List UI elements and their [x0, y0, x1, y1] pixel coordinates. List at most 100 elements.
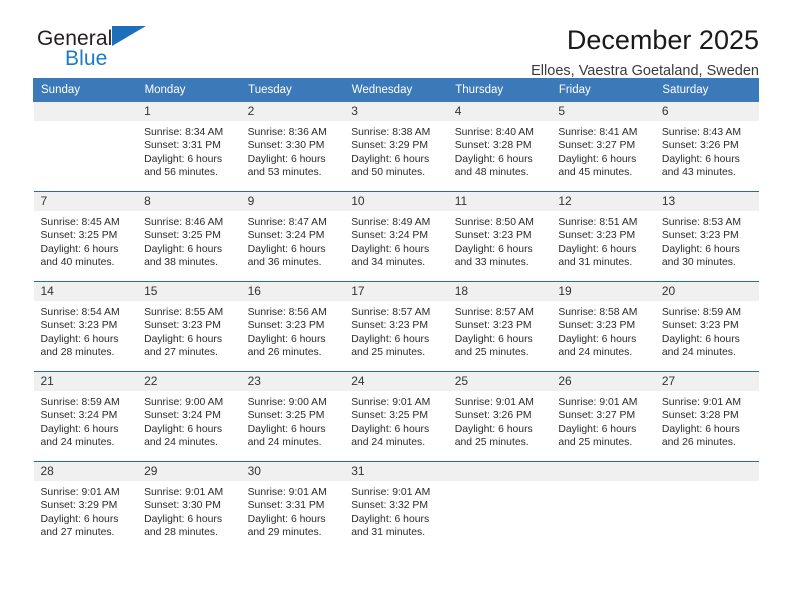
sunrise-text: Sunrise: 8:59 AM — [40, 397, 120, 408]
day-cell[interactable]: 6 Sunrise: 8:43 AM Sunset: 3:26 PM Daylight… — [654, 102, 759, 191]
daylight-text-line1: Daylight: 6 hours — [454, 423, 533, 435]
sunrise-text: Sunrise: 8:50 AM — [454, 217, 534, 228]
day-cell[interactable]: 15 Sunrise: 8:55 AM Sunset: 3:23 PM Dayligh… — [137, 282, 241, 371]
daylight-text-line1: Daylight: 6 hours — [144, 333, 223, 345]
daylight-text-line1: Daylight: 6 hours — [558, 243, 637, 255]
sunrise-text: Sunrise: 8:47 AM — [247, 217, 327, 228]
daylight-text-line2: and 25 minutes. — [454, 437, 529, 449]
day-cell[interactable]: 14 Sunrise: 8:54 AM Sunset: 3:23 PM Dayligh… — [33, 282, 138, 371]
daylight-text-line1: Daylight: 6 hours — [558, 333, 637, 345]
daylight-text-line1: Daylight: 6 hours — [40, 513, 119, 525]
day-cell[interactable]: 1 Sunrise: 8:34 AM Sunset: 3:31 PM Daylight… — [137, 102, 241, 191]
daylight-text-line1: Daylight: 6 hours — [144, 243, 223, 255]
generalblue-logo[interactable]: General Blue — [33, 25, 148, 69]
day-cell[interactable]: 30 Sunrise: 9:01 AM Sunset: 3:31 PM Dayligh… — [240, 462, 345, 551]
daylight-text-line2: and 43 minutes. — [661, 167, 736, 179]
daylight-text-line2: and 24 minutes. — [558, 347, 633, 359]
calendar-week-row: 1 Sunrise: 8:34 AM Sunset: 3:31 PM Daylight… — [33, 101, 759, 192]
daylight-text-line2: and 24 minutes. — [247, 437, 322, 449]
calendar-cell — [654, 461, 759, 551]
day-cell[interactable]: 4 Sunrise: 8:40 AM Sunset: 3:28 PM Daylight… — [447, 102, 552, 191]
day-cell[interactable]: 28 Sunrise: 9:01 AM Sunset: 3:29 PM Dayligh… — [33, 462, 138, 551]
day-cell-empty — [654, 462, 759, 551]
daylight-text-line2: and 24 minutes. — [351, 437, 426, 449]
day-sun-info: Sunrise: 8:57 AM Sunset: 3:23 PM Daylight:… — [448, 301, 552, 360]
sunset-text: Sunset: 3:23 PM — [661, 230, 739, 242]
daylight-text-line2: and 31 minutes. — [558, 257, 633, 269]
day-cell[interactable]: 7 Sunrise: 8:45 AM Sunset: 3:25 PM Daylight… — [33, 192, 138, 281]
day-number: 3 — [344, 102, 448, 121]
daylight-text-line1: Daylight: 6 hours — [247, 153, 326, 165]
sunset-text: Sunset: 3:24 PM — [351, 230, 429, 242]
day-cell[interactable]: 2 Sunrise: 8:36 AM Sunset: 3:30 PM Daylight… — [240, 102, 345, 191]
sunrise-text: Sunrise: 8:36 AM — [247, 127, 327, 138]
day-cell[interactable]: 21 Sunrise: 8:59 AM Sunset: 3:24 PM Dayligh… — [33, 372, 138, 461]
day-sun-info: Sunrise: 8:47 AM Sunset: 3:24 PM Daylight:… — [241, 211, 345, 270]
day-cell[interactable]: 20 Sunrise: 8:59 AM Sunset: 3:23 PM Dayligh… — [654, 282, 759, 371]
sunrise-text: Sunrise: 9:01 AM — [144, 487, 224, 498]
day-cell[interactable]: 18 Sunrise: 8:57 AM Sunset: 3:23 PM Dayligh… — [447, 282, 552, 371]
day-sun-info: Sunrise: 8:34 AM Sunset: 3:31 PM Daylight:… — [137, 121, 241, 180]
daylight-text-line1: Daylight: 6 hours — [351, 153, 430, 165]
day-cell[interactable]: 11 Sunrise: 8:50 AM Sunset: 3:23 PM Dayligh… — [447, 192, 552, 281]
day-cell[interactable]: 13 Sunrise: 8:53 AM Sunset: 3:23 PM Dayligh… — [654, 192, 759, 281]
brand-name-blue: Blue — [65, 47, 108, 70]
day-cell[interactable]: 29 Sunrise: 9:01 AM Sunset: 3:30 PM Dayligh… — [137, 462, 241, 551]
day-sun-info: Sunrise: 9:00 AM Sunset: 3:24 PM Daylight:… — [137, 391, 241, 450]
day-number: 13 — [654, 192, 759, 211]
day-cell[interactable]: 27 Sunrise: 9:01 AM Sunset: 3:28 PM Dayligh… — [654, 372, 759, 461]
daylight-text-line2: and 53 minutes. — [247, 167, 322, 179]
day-cell[interactable]: 24 Sunrise: 9:01 AM Sunset: 3:25 PM Dayligh… — [344, 372, 448, 461]
daylight-text-line2: and 50 minutes. — [351, 167, 426, 179]
daylight-text-line1: Daylight: 6 hours — [454, 153, 533, 165]
day-cell[interactable]: 19 Sunrise: 8:58 AM Sunset: 3:23 PM Dayligh… — [551, 282, 655, 371]
day-cell[interactable]: 23 Sunrise: 9:00 AM Sunset: 3:25 PM Dayligh… — [240, 372, 345, 461]
sunset-text: Sunset: 3:30 PM — [247, 140, 325, 152]
day-number: 22 — [137, 372, 241, 391]
calendar-cell: 22 Sunrise: 9:00 AM Sunset: 3:24 PM Dayligh… — [137, 371, 241, 462]
daylight-text-line1: Daylight: 6 hours — [661, 333, 740, 345]
sunset-text: Sunset: 3:29 PM — [351, 140, 429, 152]
day-number: 29 — [137, 462, 241, 481]
day-cell[interactable]: 9 Sunrise: 8:47 AM Sunset: 3:24 PM Daylight… — [240, 192, 345, 281]
daylight-text-line2: and 48 minutes. — [454, 167, 529, 179]
daylight-text-line1: Daylight: 6 hours — [454, 333, 533, 345]
day-cell[interactable]: 22 Sunrise: 9:00 AM Sunset: 3:24 PM Dayligh… — [137, 372, 241, 461]
day-cell[interactable]: 5 Sunrise: 8:41 AM Sunset: 3:27 PM Daylight… — [551, 102, 655, 191]
day-number: 11 — [447, 192, 552, 211]
calendar-week-row: 7 Sunrise: 8:45 AM Sunset: 3:25 PM Daylight… — [33, 191, 759, 282]
day-sun-info: Sunrise: 9:01 AM Sunset: 3:31 PM Daylight:… — [241, 481, 345, 540]
day-sun-info: Sunrise: 8:56 AM Sunset: 3:23 PM Daylight:… — [241, 301, 345, 360]
calendar-week-row: 28 Sunrise: 9:01 AM Sunset: 3:29 PM Dayligh… — [33, 461, 759, 551]
daylight-text-line2: and 28 minutes. — [40, 347, 115, 359]
day-sun-info: Sunrise: 8:49 AM Sunset: 3:24 PM Daylight:… — [344, 211, 448, 270]
day-cell[interactable]: 8 Sunrise: 8:46 AM Sunset: 3:25 PM Daylight… — [137, 192, 241, 281]
day-number: 19 — [551, 282, 655, 301]
day-cell[interactable]: 3 Sunrise: 8:38 AM Sunset: 3:29 PM Daylight… — [344, 102, 448, 191]
day-cell[interactable]: 10 Sunrise: 8:49 AM Sunset: 3:24 PM Dayligh… — [344, 192, 448, 281]
daylight-text-line2: and 24 minutes. — [144, 437, 218, 449]
sunset-text: Sunset: 3:23 PM — [144, 320, 221, 332]
day-cell[interactable]: 16 Sunrise: 8:56 AM Sunset: 3:23 PM Dayligh… — [240, 282, 345, 371]
sunrise-text: Sunrise: 8:34 AM — [144, 127, 224, 138]
daylight-text-line1: Daylight: 6 hours — [351, 513, 430, 525]
day-sun-info: Sunrise: 8:46 AM Sunset: 3:25 PM Daylight:… — [137, 211, 241, 270]
day-number: 18 — [447, 282, 552, 301]
day-sun-info: Sunrise: 9:01 AM Sunset: 3:27 PM Daylight:… — [551, 391, 655, 450]
sunrise-text: Sunrise: 8:46 AM — [144, 217, 224, 228]
day-cell[interactable]: 31 Sunrise: 9:01 AM Sunset: 3:32 PM Dayligh… — [344, 462, 448, 551]
weekday-header-saturday: Saturday — [654, 78, 759, 102]
day-number: 28 — [33, 462, 138, 481]
sunrise-text: Sunrise: 9:01 AM — [40, 487, 120, 498]
daylight-text-line2: and 24 minutes. — [40, 437, 115, 449]
sunrise-text: Sunrise: 9:01 AM — [247, 487, 327, 498]
day-cell[interactable]: 26 Sunrise: 9:01 AM Sunset: 3:27 PM Dayligh… — [551, 372, 655, 461]
day-sun-info: Sunrise: 9:01 AM Sunset: 3:25 PM Daylight:… — [344, 391, 448, 450]
day-cell[interactable]: 12 Sunrise: 8:51 AM Sunset: 3:23 PM Dayligh… — [551, 192, 655, 281]
sunrise-text: Sunrise: 8:56 AM — [247, 307, 327, 318]
day-number: 30 — [240, 462, 345, 481]
day-cell[interactable]: 17 Sunrise: 8:57 AM Sunset: 3:23 PM Dayligh… — [344, 282, 448, 371]
sunrise-text: Sunrise: 9:01 AM — [454, 397, 534, 408]
daylight-text-line2: and 34 minutes. — [351, 257, 426, 269]
day-cell[interactable]: 25 Sunrise: 9:01 AM Sunset: 3:26 PM Dayligh… — [447, 372, 552, 461]
